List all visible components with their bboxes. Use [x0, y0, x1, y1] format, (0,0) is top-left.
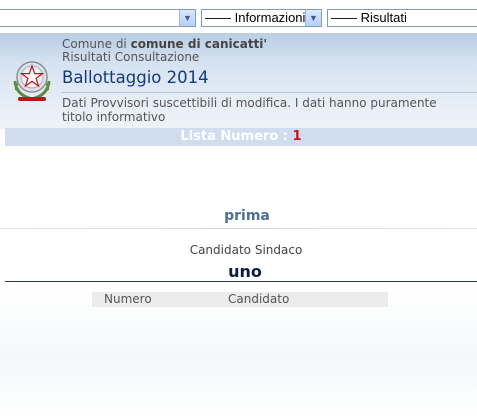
divider: [5, 281, 477, 282]
informazioni-select[interactable]: —— Informazioni ▼: [201, 9, 322, 27]
italian-republic-emblem-icon: [10, 55, 54, 105]
lista-number-bar: Lista Numero : 1: [5, 128, 477, 146]
results-table-header: Numero Candidato: [92, 292, 388, 307]
candidate-label: Candidato Sindaco: [189, 243, 303, 257]
navigation-bar: ▼ —— Informazioni ▼ —— Risultati: [0, 0, 477, 33]
risultati-select[interactable]: —— Risultati: [327, 9, 477, 27]
header-divider: [62, 92, 477, 93]
comune-line: Comune di comune di canicatti': [62, 37, 267, 51]
lista-number: 1: [292, 129, 302, 144]
column-header-candidato: Candidato: [228, 292, 290, 306]
chevron-down-icon[interactable]: ▼: [179, 10, 195, 26]
comune-prefix: Comune di: [62, 37, 127, 51]
lista-label: Lista Numero :: [180, 129, 288, 144]
list-logo: [221, 150, 271, 200]
page-header: Comune di comune di canicatti' Risultati…: [0, 33, 477, 129]
page-subtitle: Risultati Consultazione: [62, 50, 200, 64]
disclaimer-text: Dati Provvisori suscettibili di modifica…: [62, 96, 437, 124]
list-name: prima: [224, 208, 270, 224]
column-header-numero: Numero: [104, 292, 152, 306]
chevron-down-icon[interactable]: ▼: [305, 10, 321, 26]
risultati-select-value: —— Risultati: [331, 10, 407, 25]
page-title: Ballottaggio 2014: [62, 68, 209, 87]
informazioni-select-value: —— Informazioni: [205, 10, 306, 25]
candidate-name: uno: [228, 262, 262, 281]
comune-name: comune di canicatti': [130, 37, 268, 51]
consultation-select[interactable]: ▼: [0, 9, 196, 27]
divider: [0, 228, 477, 229]
